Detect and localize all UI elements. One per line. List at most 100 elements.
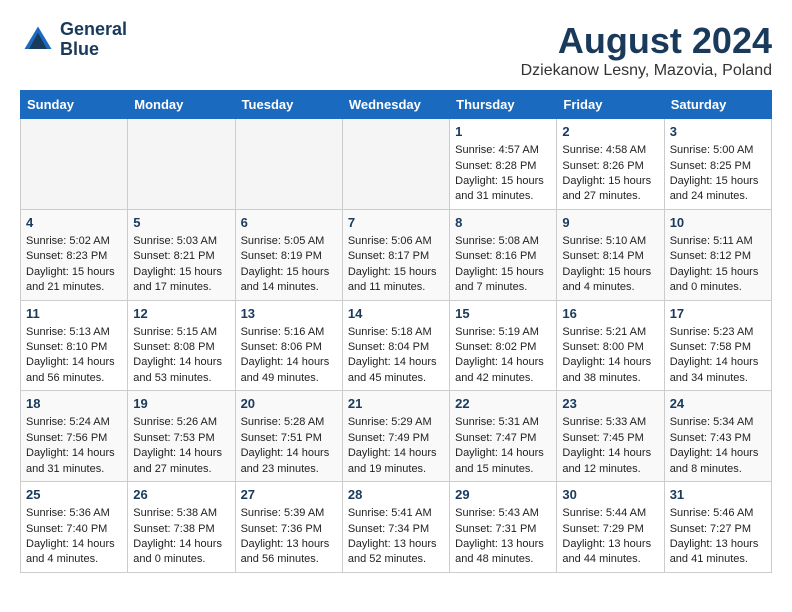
- day-info: Sunrise: 5:00 AM Sunset: 8:25 PM Dayligh…: [670, 144, 759, 202]
- calendar-cell: 17 Sunrise: 5:23 AM Sunset: 7:58 PM Dayli…: [664, 300, 771, 391]
- calendar-cell: 12Sunrise: 5:15 AM Sunset: 8:08 PM Dayli…: [128, 300, 235, 391]
- calendar-cell: 9 Sunrise: 5:10 AM Sunset: 8:14 PM Daylig…: [557, 209, 664, 300]
- month-year-title: August 2024: [521, 20, 772, 62]
- day-number: 25: [26, 486, 122, 504]
- calendar-cell: [235, 119, 342, 210]
- calendar-cell: 18 Sunrise: 5:24 AM Sunset: 7:56 PM Dayli…: [21, 391, 128, 482]
- day-number: 20: [241, 395, 337, 413]
- day-number: 17: [670, 305, 766, 323]
- calendar-cell: 20 Sunrise: 5:28 AM Sunset: 7:51 PM Dayli…: [235, 391, 342, 482]
- calendar-cell: 11 Sunrise: 5:13 AM Sunset: 8:10 PM Dayli…: [21, 300, 128, 391]
- day-number: 9: [562, 214, 658, 232]
- day-info: Sunrise: 5:05 AM Sunset: 8:19 PM Dayligh…: [241, 235, 330, 293]
- header-sunday: Sunday: [21, 91, 128, 119]
- day-info: Sunrise: 5:36 AM Sunset: 7:40 PM Dayligh…: [26, 507, 115, 565]
- day-info: Sunrise: 5:16 AM Sunset: 8:06 PM Dayligh…: [241, 326, 330, 384]
- day-number: 14: [348, 305, 444, 323]
- week-row-1: 4 Sunrise: 5:02 AM Sunset: 8:23 PM Daylig…: [21, 209, 772, 300]
- calendar-cell: 5 Sunrise: 5:03 AM Sunset: 8:21 PM Daylig…: [128, 209, 235, 300]
- day-number: 15: [455, 305, 551, 323]
- day-number: 10: [670, 214, 766, 232]
- calendar-cell: 1 Sunrise: 4:57 AM Sunset: 8:28 PM Daylig…: [450, 119, 557, 210]
- calendar-cell: 13 Sunrise: 5:16 AM Sunset: 8:06 PM Dayli…: [235, 300, 342, 391]
- calendar-cell: 7Sunrise: 5:06 AM Sunset: 8:17 PM Daylig…: [342, 209, 449, 300]
- day-info: Sunrise: 5:13 AM Sunset: 8:10 PM Dayligh…: [26, 326, 115, 384]
- day-number: 28: [348, 486, 444, 504]
- calendar-cell: 8 Sunrise: 5:08 AM Sunset: 8:16 PM Daylig…: [450, 209, 557, 300]
- day-info: Sunrise: 5:41 AM Sunset: 7:34 PM Dayligh…: [348, 507, 437, 565]
- day-info: Sunrise: 5:02 AM Sunset: 8:23 PM Dayligh…: [26, 235, 115, 293]
- day-info: Sunrise: 5:18 AM Sunset: 8:04 PM Dayligh…: [348, 326, 437, 384]
- day-info: Sunrise: 5:21 AM Sunset: 8:00 PM Dayligh…: [562, 326, 651, 384]
- day-number: 7: [348, 214, 444, 232]
- logo-text: General Blue: [60, 20, 127, 60]
- day-number: 29: [455, 486, 551, 504]
- calendar-cell: 28 Sunrise: 5:41 AM Sunset: 7:34 PM Dayli…: [342, 482, 449, 573]
- calendar-cell: 30 Sunrise: 5:44 AM Sunset: 7:29 PM Dayli…: [557, 482, 664, 573]
- day-number: 23: [562, 395, 658, 413]
- calendar-cell: 2 Sunrise: 4:58 AM Sunset: 8:26 PM Daylig…: [557, 119, 664, 210]
- calendar-cell: 6 Sunrise: 5:05 AM Sunset: 8:19 PM Daylig…: [235, 209, 342, 300]
- calendar-cell: 21 Sunrise: 5:29 AM Sunset: 7:49 PM Dayli…: [342, 391, 449, 482]
- calendar-table: SundayMondayTuesdayWednesdayThursdayFrid…: [20, 90, 772, 573]
- calendar-cell: [128, 119, 235, 210]
- day-number: 6: [241, 214, 337, 232]
- day-number: 8: [455, 214, 551, 232]
- day-info: Sunrise: 5:19 AM Sunset: 8:02 PM Dayligh…: [455, 326, 544, 384]
- day-number: 18: [26, 395, 122, 413]
- day-info: Sunrise: 5:08 AM Sunset: 8:16 PM Dayligh…: [455, 235, 544, 293]
- day-number: 19: [133, 395, 229, 413]
- day-number: 21: [348, 395, 444, 413]
- header-wednesday: Wednesday: [342, 91, 449, 119]
- day-info: Sunrise: 4:58 AM Sunset: 8:26 PM Dayligh…: [562, 144, 651, 202]
- week-row-0: 1 Sunrise: 4:57 AM Sunset: 8:28 PM Daylig…: [21, 119, 772, 210]
- header-tuesday: Tuesday: [235, 91, 342, 119]
- day-info: Sunrise: 5:03 AM Sunset: 8:21 PM Dayligh…: [133, 235, 222, 293]
- day-info: Sunrise: 5:23 AM Sunset: 7:58 PM Dayligh…: [670, 326, 759, 384]
- day-number: 26: [133, 486, 229, 504]
- day-number: 30: [562, 486, 658, 504]
- calendar-cell: 24Sunrise: 5:34 AM Sunset: 7:43 PM Dayli…: [664, 391, 771, 482]
- header-friday: Friday: [557, 91, 664, 119]
- day-info: Sunrise: 5:38 AM Sunset: 7:38 PM Dayligh…: [133, 507, 222, 565]
- day-info: Sunrise: 5:28 AM Sunset: 7:51 PM Dayligh…: [241, 416, 330, 474]
- day-info: Sunrise: 5:31 AM Sunset: 7:47 PM Dayligh…: [455, 416, 544, 474]
- day-info: Sunrise: 5:29 AM Sunset: 7:49 PM Dayligh…: [348, 416, 437, 474]
- logo-line1: General: [60, 20, 127, 40]
- calendar-cell: 27Sunrise: 5:39 AM Sunset: 7:36 PM Dayli…: [235, 482, 342, 573]
- day-number: 1: [455, 123, 551, 141]
- day-info: Sunrise: 5:11 AM Sunset: 8:12 PM Dayligh…: [670, 235, 759, 293]
- logo: General Blue: [20, 20, 127, 60]
- day-number: 13: [241, 305, 337, 323]
- day-number: 27: [241, 486, 337, 504]
- day-info: Sunrise: 4:57 AM Sunset: 8:28 PM Dayligh…: [455, 144, 544, 202]
- calendar-cell: 14 Sunrise: 5:18 AM Sunset: 8:04 PM Dayli…: [342, 300, 449, 391]
- day-number: 22: [455, 395, 551, 413]
- page-header: General Blue August 2024 Dziekanow Lesny…: [20, 20, 772, 80]
- day-number: 4: [26, 214, 122, 232]
- day-info: Sunrise: 5:24 AM Sunset: 7:56 PM Dayligh…: [26, 416, 115, 474]
- logo-icon: [20, 22, 56, 58]
- day-number: 5: [133, 214, 229, 232]
- day-number: 11: [26, 305, 122, 323]
- calendar-header-row: SundayMondayTuesdayWednesdayThursdayFrid…: [21, 91, 772, 119]
- calendar-cell: 16 Sunrise: 5:21 AM Sunset: 8:00 PM Dayli…: [557, 300, 664, 391]
- day-info: Sunrise: 5:43 AM Sunset: 7:31 PM Dayligh…: [455, 507, 544, 565]
- day-number: 24: [670, 395, 766, 413]
- day-info: Sunrise: 5:26 AM Sunset: 7:53 PM Dayligh…: [133, 416, 222, 474]
- week-row-3: 18 Sunrise: 5:24 AM Sunset: 7:56 PM Dayli…: [21, 391, 772, 482]
- day-info: Sunrise: 5:46 AM Sunset: 7:27 PM Dayligh…: [670, 507, 759, 565]
- calendar-cell: 26 Sunrise: 5:38 AM Sunset: 7:38 PM Dayli…: [128, 482, 235, 573]
- day-number: 2: [562, 123, 658, 141]
- calendar-cell: 15 Sunrise: 5:19 AM Sunset: 8:02 PM Dayli…: [450, 300, 557, 391]
- calendar-cell: 3Sunrise: 5:00 AM Sunset: 8:25 PM Daylig…: [664, 119, 771, 210]
- day-info: Sunrise: 5:10 AM Sunset: 8:14 PM Dayligh…: [562, 235, 651, 293]
- day-info: Sunrise: 5:44 AM Sunset: 7:29 PM Dayligh…: [562, 507, 651, 565]
- day-number: 31: [670, 486, 766, 504]
- calendar-cell: [21, 119, 128, 210]
- header-monday: Monday: [128, 91, 235, 119]
- header-thursday: Thursday: [450, 91, 557, 119]
- calendar-cell: [342, 119, 449, 210]
- calendar-cell: 10 Sunrise: 5:11 AM Sunset: 8:12 PM Dayli…: [664, 209, 771, 300]
- day-number: 16: [562, 305, 658, 323]
